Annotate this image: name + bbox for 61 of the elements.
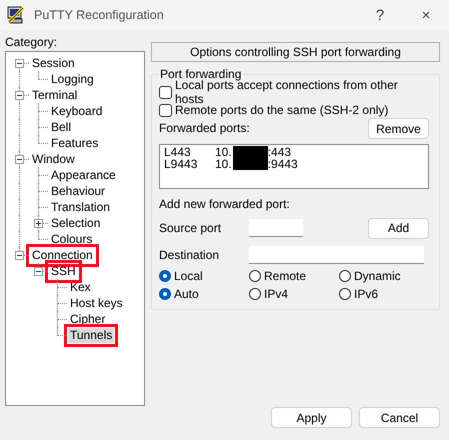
expander-icon[interactable] [15,91,24,100]
forwarded-ports-label: Forwarded ports: [159,121,250,135]
checkbox[interactable] [159,86,172,98]
checkbox-label: Remote ports do the same (SSH-2 only) [175,103,388,117]
radio-label: Dynamic [354,269,401,283]
tree-item[interactable]: Translation [49,200,112,214]
checkbox[interactable] [159,104,172,116]
tree-item[interactable]: Bell [49,120,74,134]
close-button[interactable]: × [403,0,449,30]
port-text: :443 [268,146,292,158]
source-port-field[interactable] [249,219,303,237]
tree-item[interactable]: Colours [49,232,94,246]
radio-button[interactable] [249,288,261,300]
radio-button[interactable] [249,270,261,282]
add-button[interactable]: Add [368,218,429,238]
tree-item[interactable]: Cipher [68,312,108,326]
tree-item[interactable]: Appearance [49,168,118,182]
port-text: :9443 [268,158,298,170]
dialog-button[interactable]: Cancel [359,407,440,428]
tree-item[interactable]: Host keys [68,296,125,310]
add-port-label: Add new forwarded port: [159,197,291,211]
tree-item[interactable]: Logging [49,72,96,86]
tree-item[interactable]: Session [30,56,77,70]
section-header: Options controlling SSH port forwarding [151,42,440,62]
destination-field[interactable] [249,246,424,264]
radio-label: Remote [264,269,306,283]
radio-button[interactable] [159,288,171,300]
port-entry: L443 [164,146,192,158]
tree-item[interactable]: Tunnels [68,328,114,342]
window-title: PuTTY Reconfiguration [34,8,164,22]
tree-item[interactable]: Window [30,152,77,166]
dialog-button[interactable]: Apply [271,407,352,428]
port-entry: L9443 [164,158,198,170]
radio-button[interactable] [339,288,351,300]
expander-icon[interactable] [34,219,43,228]
tree-item[interactable]: Features [49,136,100,150]
group-title: Port forwarding [159,67,244,81]
expander-icon[interactable] [15,155,24,164]
tree-item[interactable]: Selection [49,216,102,230]
remove-button[interactable]: Remove [368,118,429,139]
radio-label: IPv6 [354,287,378,301]
tree-item[interactable]: Keyboard [49,104,104,118]
expander-icon[interactable] [15,251,24,260]
expander-icon[interactable] [34,267,43,276]
computer-icon [6,5,26,25]
radio-button[interactable] [339,270,351,282]
destination-text: 10. [215,158,232,170]
radio-label: IPv4 [264,287,288,301]
destination-text: 10. [215,146,232,158]
radio-label: Local [174,269,203,283]
tree-item[interactable]: Terminal [30,88,80,102]
destination-label: Destination [159,248,220,262]
tree-item[interactable]: Behaviour [49,184,108,198]
radio-button[interactable] [159,270,171,282]
forwarded-ports-list[interactable]: L443 10. :443 L9443 10. :9443 [159,144,429,189]
category-label: Category: [5,34,58,50]
help-button[interactable]: ? [357,0,403,30]
tree-item[interactable]: Kex [68,280,93,294]
expander-icon[interactable] [15,59,24,68]
radio-label: Auto [174,287,199,301]
source-port-label: Source port [159,221,222,235]
